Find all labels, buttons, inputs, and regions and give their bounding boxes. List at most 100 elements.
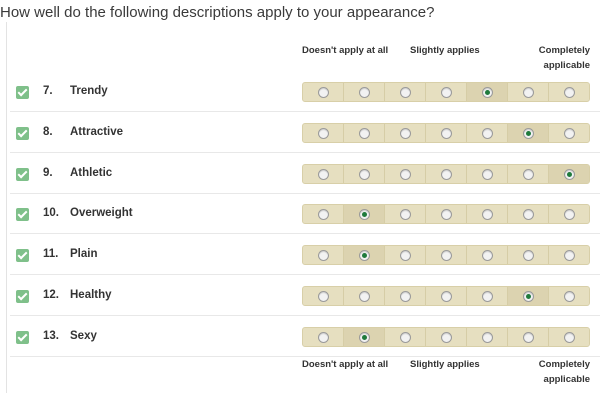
rating-option-6[interactable] <box>508 246 549 265</box>
rating-option-4[interactable] <box>426 246 467 265</box>
rating-option-3[interactable] <box>385 83 426 101</box>
rating-option-7[interactable] <box>549 124 589 142</box>
radio-button[interactable] <box>523 250 534 262</box>
rating-option-2[interactable] <box>344 205 385 224</box>
rating-option-6[interactable] <box>508 327 549 346</box>
radio-button[interactable] <box>523 87 534 98</box>
question-row: 9. Athletic <box>0 154 600 194</box>
radio-button[interactable] <box>564 250 575 262</box>
rating-option-3[interactable] <box>385 287 426 305</box>
rating-option-1[interactable] <box>303 246 344 265</box>
radio-button[interactable] <box>359 331 370 343</box>
rating-option-5[interactable] <box>467 246 508 265</box>
radio-button[interactable] <box>564 209 575 221</box>
rating-option-7[interactable] <box>549 83 589 101</box>
radio-button[interactable] <box>523 331 534 343</box>
rating-option-1[interactable] <box>303 287 344 305</box>
radio-button[interactable] <box>482 127 493 139</box>
radio-button[interactable] <box>482 168 493 180</box>
rating-option-2[interactable] <box>344 83 385 101</box>
rating-option-4[interactable] <box>426 205 467 224</box>
rating-option-7[interactable] <box>549 287 589 305</box>
rating-option-6[interactable] <box>508 123 549 142</box>
rating-option-6[interactable] <box>508 83 549 101</box>
radio-button[interactable] <box>318 291 329 302</box>
rating-option-3[interactable] <box>385 246 426 265</box>
radio-button[interactable] <box>441 168 452 180</box>
rating-option-2[interactable] <box>344 327 385 346</box>
rating-option-2[interactable] <box>344 164 385 183</box>
item-number: 7. <box>43 85 53 97</box>
rating-option-3[interactable] <box>385 327 426 346</box>
rating-option-4[interactable] <box>426 83 467 101</box>
rating-option-5[interactable] <box>467 327 508 346</box>
rating-option-5[interactable] <box>467 164 508 183</box>
radio-button[interactable] <box>523 168 534 180</box>
radio-button[interactable] <box>318 331 329 343</box>
radio-button[interactable] <box>400 209 411 221</box>
rating-option-6[interactable] <box>508 287 549 305</box>
radio-button[interactable] <box>400 291 411 302</box>
radio-button[interactable] <box>564 331 575 343</box>
radio-button[interactable] <box>441 291 452 302</box>
radio-button[interactable] <box>318 209 329 221</box>
rating-option-5[interactable] <box>467 287 508 305</box>
radio-button[interactable] <box>400 250 411 262</box>
rating-option-6[interactable] <box>508 164 549 183</box>
radio-button[interactable] <box>523 209 534 221</box>
rating-option-5[interactable] <box>467 83 508 101</box>
radio-button[interactable] <box>482 331 493 343</box>
rating-option-1[interactable] <box>303 164 344 183</box>
radio-button[interactable] <box>564 168 575 180</box>
radio-button[interactable] <box>441 87 452 98</box>
rating-option-1[interactable] <box>303 83 344 101</box>
radio-button[interactable] <box>482 250 493 262</box>
rating-option-7[interactable] <box>549 164 589 183</box>
rating-option-1[interactable] <box>303 327 344 346</box>
radio-button[interactable] <box>564 87 575 98</box>
radio-button[interactable] <box>318 168 329 180</box>
radio-button[interactable] <box>359 209 370 221</box>
radio-button[interactable] <box>441 331 452 343</box>
radio-button[interactable] <box>523 127 534 139</box>
radio-button[interactable] <box>400 331 411 343</box>
radio-button[interactable] <box>400 168 411 180</box>
rating-option-7[interactable] <box>549 246 589 264</box>
radio-button[interactable] <box>318 87 329 98</box>
rating-option-2[interactable] <box>344 287 385 305</box>
rating-option-4[interactable] <box>426 164 467 183</box>
rating-option-1[interactable] <box>303 205 344 224</box>
rating-option-2[interactable] <box>344 246 385 265</box>
rating-option-3[interactable] <box>385 123 426 142</box>
radio-button[interactable] <box>359 168 370 180</box>
rating-option-5[interactable] <box>467 123 508 142</box>
radio-button[interactable] <box>359 250 370 262</box>
radio-button[interactable] <box>318 127 329 139</box>
radio-button[interactable] <box>359 87 370 98</box>
rating-option-4[interactable] <box>426 327 467 346</box>
radio-button[interactable] <box>441 127 452 139</box>
radio-button[interactable] <box>400 127 411 139</box>
rating-option-6[interactable] <box>508 205 549 224</box>
rating-option-2[interactable] <box>344 123 385 142</box>
radio-button[interactable] <box>441 209 452 221</box>
radio-button[interactable] <box>359 291 370 302</box>
radio-button[interactable] <box>318 250 329 262</box>
radio-button[interactable] <box>523 291 534 302</box>
radio-button[interactable] <box>441 250 452 262</box>
rating-option-3[interactable] <box>385 205 426 224</box>
rating-option-5[interactable] <box>467 205 508 224</box>
radio-button[interactable] <box>359 127 370 139</box>
rating-option-4[interactable] <box>426 123 467 142</box>
radio-button[interactable] <box>482 291 493 302</box>
radio-button[interactable] <box>482 209 493 221</box>
rating-option-4[interactable] <box>426 287 467 305</box>
rating-option-7[interactable] <box>549 205 589 223</box>
radio-button[interactable] <box>482 87 493 98</box>
radio-button[interactable] <box>564 127 575 139</box>
rating-option-3[interactable] <box>385 164 426 183</box>
rating-option-7[interactable] <box>549 328 589 346</box>
rating-option-1[interactable] <box>303 123 344 142</box>
radio-button[interactable] <box>400 87 411 98</box>
radio-button[interactable] <box>564 291 575 302</box>
